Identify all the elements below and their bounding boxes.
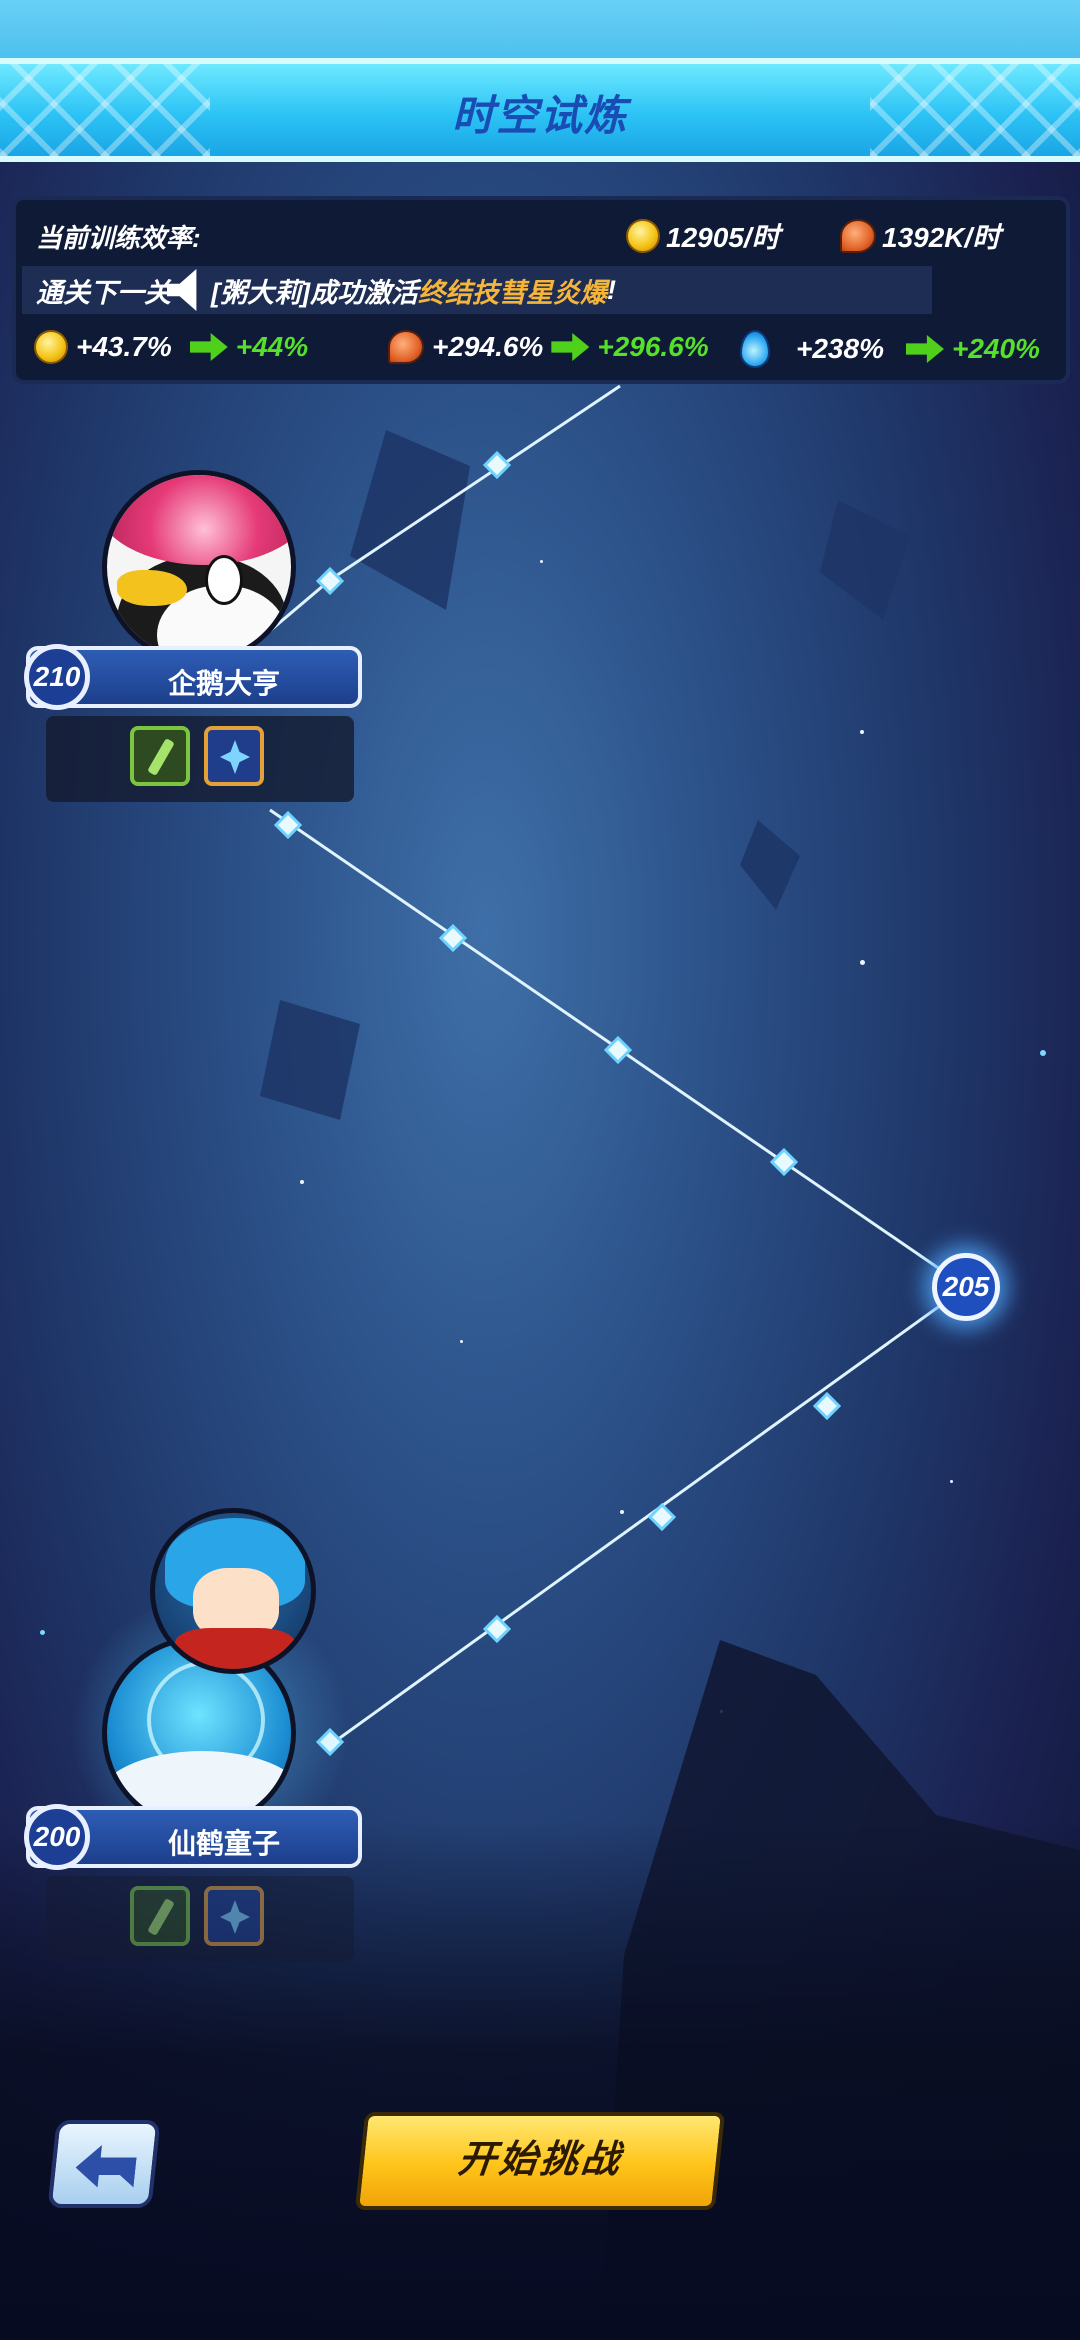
back-arrow-icon	[73, 2140, 138, 2190]
hero-cape	[175, 1628, 295, 1669]
path-marker	[812, 1391, 842, 1421]
level-node-205[interactable]: 205	[932, 1253, 1000, 1321]
level-number: 200	[24, 1804, 90, 1870]
path-marker	[482, 1614, 512, 1644]
player-hero-avatar	[150, 1508, 316, 1674]
penguin-beak	[117, 570, 187, 606]
start-challenge-button[interactable]: 开始挑战	[354, 2112, 726, 2210]
penguin-eye	[205, 555, 243, 605]
path-line-main	[269, 808, 969, 1747]
penguin-hat	[107, 475, 291, 565]
crystal-reward[interactable]	[204, 726, 264, 786]
path-marker	[647, 1502, 677, 1532]
crystal-reward[interactable]	[204, 1886, 264, 1946]
crystal-star-icon	[220, 740, 250, 774]
level-path	[199, 384, 969, 1757]
penguin-boss-portrait[interactable]	[102, 470, 296, 664]
dagger-reward[interactable]	[130, 726, 190, 786]
dagger-icon	[147, 738, 175, 776]
reward-box-210	[46, 716, 354, 802]
level-plate-210[interactable]: 210 企鹅大亨	[24, 644, 362, 710]
level-number: 210	[24, 644, 90, 710]
dagger-icon	[147, 1898, 175, 1936]
boss-name: 企鹅大亨	[167, 668, 280, 699]
reward-box-200	[46, 1876, 354, 1962]
path-marker	[769, 1147, 799, 1177]
crystal-star-icon	[220, 1900, 250, 1934]
dagger-reward[interactable]	[130, 1886, 190, 1946]
path-markers	[273, 450, 842, 1757]
back-button[interactable]	[47, 2120, 161, 2208]
level-plate-200[interactable]: 200 仙鹤童子	[24, 1804, 362, 1870]
boss-name: 仙鹤童子	[167, 1828, 280, 1859]
